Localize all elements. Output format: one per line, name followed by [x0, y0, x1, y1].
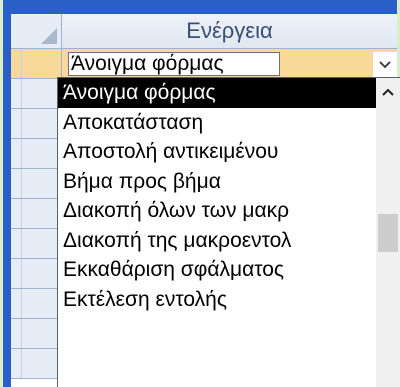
row-selector[interactable] — [11, 169, 62, 199]
dropdown-option[interactable]: Εκτέλεση εντολής — [58, 285, 376, 315]
action-combo-row: Άνοιγμα φόρμας — [62, 49, 397, 79]
action-combo-input[interactable]: Άνοιγμα φόρμας — [68, 52, 280, 76]
chevron-up-icon[interactable] — [376, 78, 400, 106]
row-selector-active[interactable] — [11, 49, 62, 79]
dropdown-option[interactable]: Εκκαθάριση σφάλματος — [58, 255, 376, 285]
row-selector[interactable] — [11, 349, 62, 379]
dropdown-option[interactable]: Άνοιγμα φόρμας — [58, 78, 376, 108]
dropdown-option[interactable]: Αποκατάσταση — [58, 108, 376, 138]
column-header-label: Ενέργεια — [186, 18, 273, 43]
row-selector-column — [11, 49, 62, 387]
row-selector[interactable] — [11, 319, 62, 349]
dropdown-scrollbar[interactable] — [376, 78, 400, 387]
select-all-corner[interactable] — [11, 14, 62, 49]
row-selector[interactable] — [11, 259, 62, 289]
dropdown-option[interactable]: Βήμα προς βήμα — [58, 167, 376, 197]
dropdown-option[interactable]: Αποστολή αντικειμένου — [58, 137, 376, 167]
scrollbar-thumb[interactable] — [378, 214, 398, 252]
row-selector[interactable] — [11, 109, 62, 139]
dropdown-option[interactable]: Διακοπή της μακροεντολ — [58, 226, 376, 256]
select-all-triangle-icon — [41, 28, 57, 44]
row-selector[interactable] — [11, 139, 62, 169]
row-selector[interactable] — [11, 199, 62, 229]
row-selector[interactable] — [11, 79, 62, 109]
row-selector[interactable] — [11, 229, 62, 259]
dropdown-options: Άνοιγμα φόρμας Αποκατάσταση Αποστολή αντ… — [58, 78, 376, 387]
row-selector[interactable] — [11, 289, 62, 319]
chevron-down-icon[interactable] — [373, 52, 397, 78]
column-header-action[interactable]: Ενέργεια — [62, 14, 397, 49]
action-dropdown-list: Άνοιγμα φόρμας Αποκατάσταση Αποστολή αντ… — [57, 77, 400, 387]
dropdown-option[interactable]: Διακοπή όλων των μακρ — [58, 196, 376, 226]
